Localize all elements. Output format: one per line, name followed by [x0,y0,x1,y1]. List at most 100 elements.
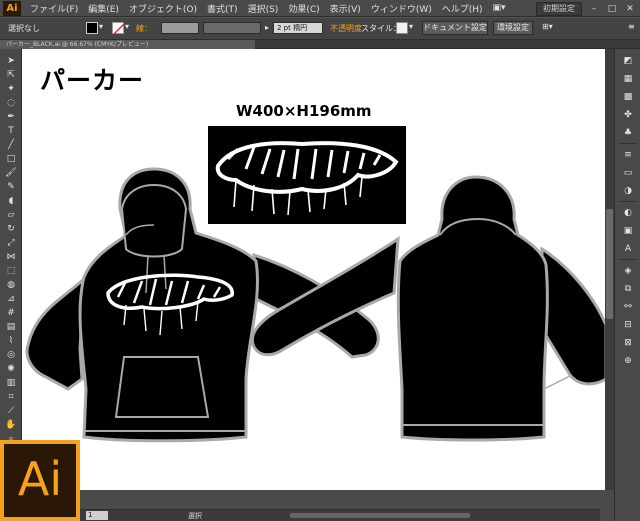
current-tool-status[interactable]: 選択 [188,511,202,521]
bridge-icon[interactable]: ▣▾ [488,3,511,13]
menu-edit[interactable]: 編集(E) [83,2,124,15]
shape-builder-icon[interactable]: ◍ [4,279,18,291]
document-settings-button[interactable]: ドキュメント設定 [422,21,488,35]
menu-window[interactable]: ウィンドウ(W) [366,2,437,15]
blob-brush-icon[interactable]: ◖ [4,195,18,207]
type-tool-icon[interactable]: T [4,125,18,137]
illustrator-badge: Ai [0,440,80,521]
arrange-icon[interactable]: ⊞▾ [542,22,553,31]
minimize-icon[interactable]: – [588,4,600,15]
right-dock: ◩ ▦ ▩ ✤ ♣ ≡ ▭ ◑ ◐ ▣ A ◈ ⧉ ⚯ ⊟ ⊠ ⊕ [614,49,640,521]
menu-effect[interactable]: 効果(C) [283,2,324,15]
scale-tool-icon[interactable]: ⤢ [4,237,18,249]
stroke-dropdown-icon[interactable]: ▾ [125,22,129,31]
eyedropper-tool-icon[interactable]: ⌇ [4,335,18,347]
symbol-sprayer-icon[interactable]: ✺ [4,363,18,375]
gradient-panel-icon[interactable]: ▭ [621,167,635,179]
close-icon[interactable]: ✕ [624,4,636,15]
horizontal-scroll-thumb[interactable] [290,513,470,518]
rotate-tool-icon[interactable]: ↻ [4,223,18,235]
rectangle-tool-icon[interactable]: □ [4,153,18,165]
opacity-label[interactable]: 不透明度 [330,23,362,34]
graphic-style-swatch[interactable] [396,22,408,34]
brush-definition[interactable]: 2 pt 楕円 [273,22,323,34]
hand-tool-icon[interactable]: ✋ [4,419,18,431]
color-panel-icon[interactable]: ◩ [621,55,635,67]
back-body [396,175,549,442]
document-tab[interactable]: パーカー_BLACK.ai @ 66.67% (CMYK/プレビュー) [0,40,255,49]
links-panel-icon[interactable]: ⚯ [621,301,635,313]
slice-tool-icon[interactable]: ⟋ [4,405,18,417]
brush-dropdown-icon[interactable]: ▸ [265,23,269,32]
menu-select[interactable]: 選択(S) [243,2,284,15]
transparency-panel-icon[interactable]: ◑ [621,185,635,197]
badge-logo-text: Ai [17,452,63,506]
magic-wand-icon[interactable]: ✦ [4,83,18,95]
style-dropdown-icon[interactable]: ▾ [409,22,413,31]
artboard-canvas[interactable]: パーカー W400×H196mm [22,49,605,490]
pen-tool-icon[interactable]: ✒ [4,111,18,123]
symbols-panel-icon[interactable]: ♣ [621,127,635,139]
tools-panel: ➤ ⇱ ✦ ◌ ✒ T ╱ □ 🖌 ✎ ◖ ▱ ↻ ⤢ ⋈ ⬚ ◍ ⊿ # ▤ … [0,49,22,490]
stroke-weight-field[interactable] [161,22,199,34]
gradient-tool-icon[interactable]: ▤ [4,321,18,333]
panel-divider [619,259,637,260]
restore-icon[interactable]: □ [606,4,618,15]
hoodie-artwork [25,126,605,443]
appearance-panel-icon[interactable]: ◐ [621,207,635,219]
paintbrush-tool-icon[interactable]: 🖌 [4,167,18,179]
direct-selection-tool-icon[interactable]: ⇱ [4,69,18,81]
workspace-switcher[interactable]: 初期設定 [536,2,582,16]
brushes-panel-icon[interactable]: ✤ [621,109,635,121]
panel-menu-icon[interactable]: ≡ [628,22,635,31]
blend-tool-icon[interactable]: ◎ [4,349,18,361]
back-cuff-seam [543,374,573,390]
window-controls: 初期設定 – □ ✕ [536,2,636,16]
stroke-swatch[interactable] [112,22,125,35]
transform-panel-icon[interactable]: ⊕ [621,355,635,367]
stroke-panel-icon[interactable]: ≡ [621,149,635,161]
artboard-tool-icon[interactable]: ⌗ [4,391,18,403]
back-right-sleeve [540,246,605,386]
menu-file[interactable]: ファイル(F) [25,2,83,15]
document-tab-strip: パーカー_BLACK.ai @ 66.67% (CMYK/プレビュー) [0,40,640,49]
selection-tool-icon[interactable]: ➤ [4,55,18,67]
color-guide-icon[interactable]: ▦ [621,73,635,85]
lasso-tool-icon[interactable]: ◌ [4,97,18,109]
character-panel-icon[interactable]: A [621,243,635,255]
column-graph-icon[interactable]: ▥ [4,377,18,389]
artboard-number-field[interactable]: 1 [86,511,108,520]
width-tool-icon[interactable]: ⋈ [4,251,18,263]
fill-swatch[interactable] [86,22,98,34]
line-tool-icon[interactable]: ╱ [4,139,18,151]
perspective-grid-icon[interactable]: ⊿ [4,293,18,305]
style-label: スタイル： [361,24,401,33]
graphic-styles-icon[interactable]: ▣ [621,225,635,237]
status-bar: 1 選択 [80,509,600,521]
artboards-panel-icon[interactable]: ⧉ [621,283,635,295]
eraser-tool-icon[interactable]: ▱ [4,209,18,221]
front-left-sleeve [25,275,86,391]
vertical-scroll-thumb[interactable] [606,209,613,319]
stroke-label[interactable]: 線： [136,23,152,34]
mesh-tool-icon[interactable]: # [4,307,18,319]
vertical-scrollbar[interactable] [605,49,614,490]
menu-bar: Ai ファイル(F) 編集(E) オブジェクト(O) 書式(T) 選択(S) 効… [0,0,640,17]
swatches-panel-icon[interactable]: ▩ [621,91,635,103]
layers-panel-icon[interactable]: ◈ [621,265,635,277]
free-transform-icon[interactable]: ⬚ [4,265,18,277]
pencil-tool-icon[interactable]: ✎ [4,181,18,193]
preferences-button[interactable]: 環境設定 [493,21,533,35]
variable-width-profile[interactable] [203,22,261,34]
front-kangaroo-pocket [114,356,210,418]
front-hood-opening [120,183,188,258]
menu-object[interactable]: オブジェクト(O) [124,2,202,15]
fill-dropdown-icon[interactable]: ▾ [99,22,103,31]
none-slash-icon [113,23,125,35]
menu-type[interactable]: 書式(T) [202,2,243,15]
pathfinder-panel-icon[interactable]: ⊠ [621,337,635,349]
control-bar: 選択なし ▾ ▾ 線： ▸ 2 pt 楕円 不透明度 スタイル： ▾ ドキュメン… [0,18,640,40]
menu-view[interactable]: 表示(V) [325,2,366,15]
menu-help[interactable]: ヘルプ(H) [437,2,488,15]
align-panel-icon[interactable]: ⊟ [621,319,635,331]
